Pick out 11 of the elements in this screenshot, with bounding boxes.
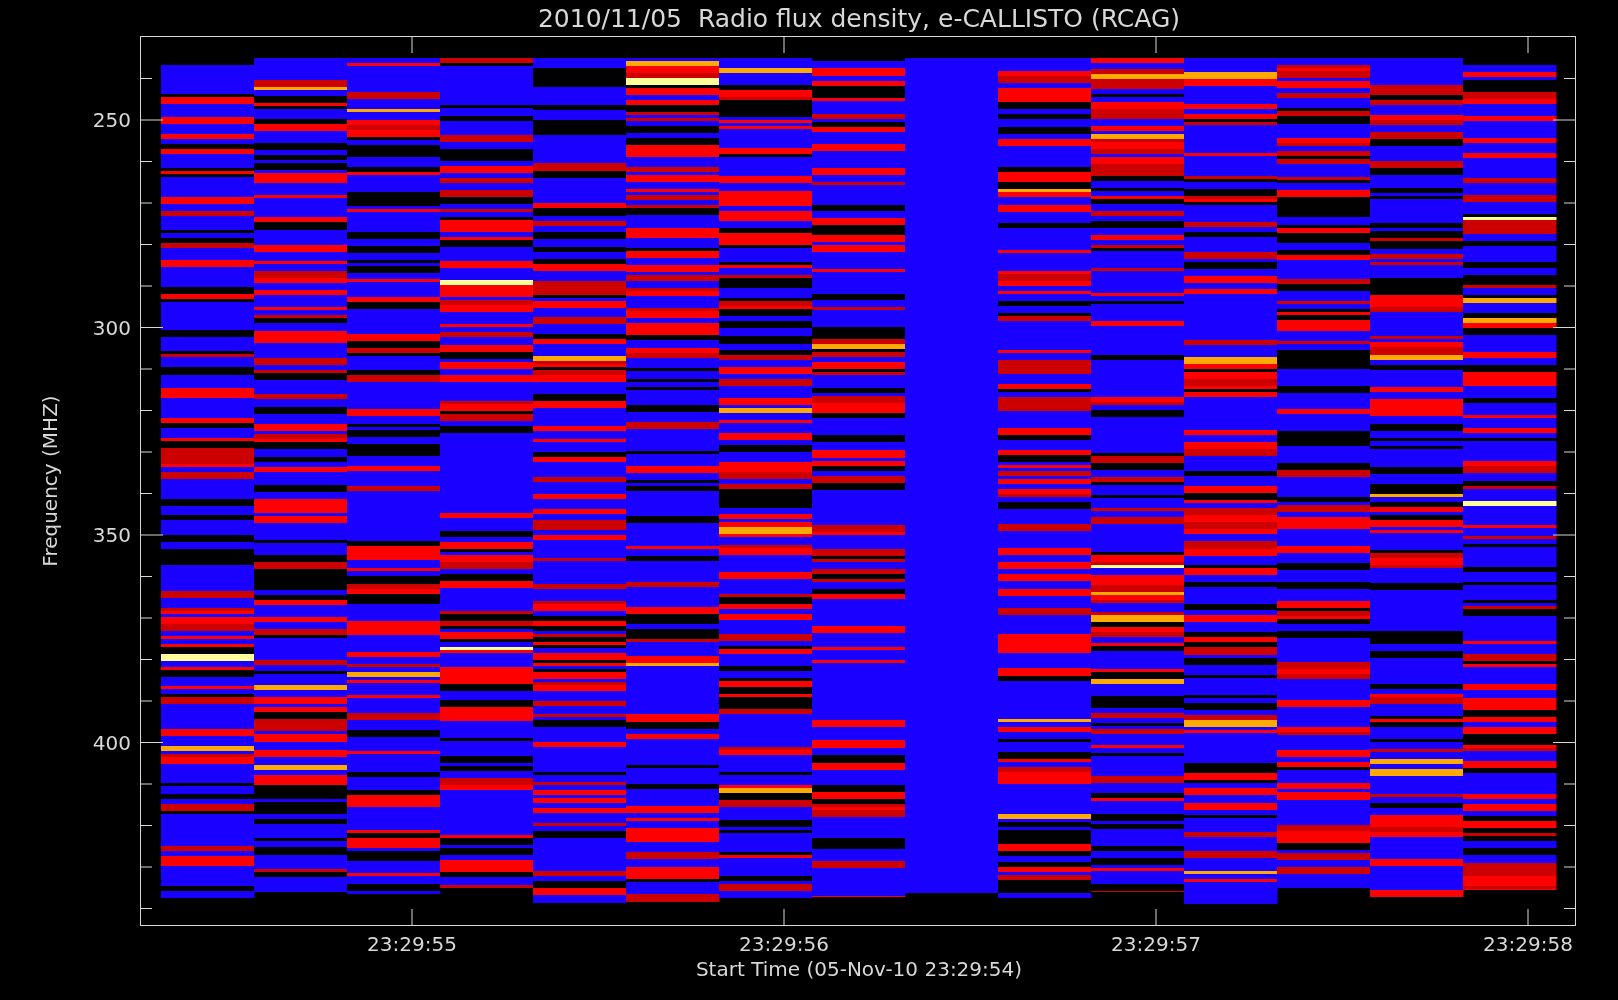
y-tick-label: 250 — [92, 108, 131, 132]
y-tick-label: 350 — [92, 523, 131, 547]
x-axis-label: Start Time (05-Nov-10 23:29:54) — [695, 957, 1023, 981]
y-tick-label: 400 — [92, 730, 131, 755]
y-axis-label: Frequency (MHZ) — [38, 395, 62, 567]
x-tick-label: 23:29:55 — [367, 932, 457, 956]
chart-title: 2010/11/05 Radio flux density, e-CALLISTO (RCAG) — [537, 3, 1181, 33]
y-tick-label: 300 — [92, 315, 131, 340]
x-tick-label: 23:29:57 — [1111, 932, 1201, 956]
x-tick-label: 23:29:56 — [739, 932, 829, 956]
x-tick-label: 23:29:58 — [1483, 932, 1573, 956]
